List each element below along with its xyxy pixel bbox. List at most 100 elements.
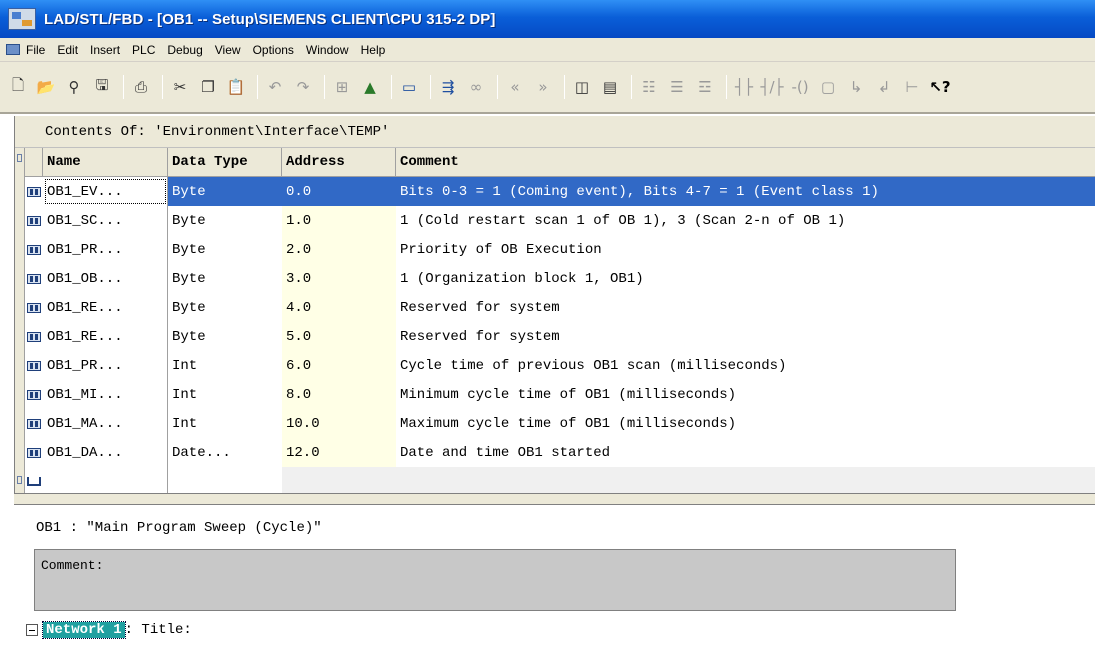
variable-icon	[27, 447, 41, 458]
name-cell[interactable]: OB1_SC...	[43, 206, 168, 235]
column-header-address[interactable]: Address	[282, 148, 396, 177]
app-icon[interactable]	[8, 8, 36, 30]
table-row[interactable]: OB1_DA... Date... 12.0 Date and time OB1…	[25, 438, 1095, 467]
comment-cell[interactable]	[396, 467, 1095, 496]
document-menu-icon[interactable]	[6, 44, 20, 55]
menu-view[interactable]: View	[215, 43, 241, 57]
open-icon[interactable]: 📂	[34, 75, 58, 99]
name-cell[interactable]: OB1_PR...	[43, 235, 168, 264]
empty-table-row[interactable]	[25, 467, 1095, 496]
name-cell[interactable]: OB1_EV...	[43, 177, 168, 206]
comment-cell[interactable]: 1 (Cold restart scan 1 of OB 1), 3 (Scan…	[396, 206, 1095, 235]
comment-cell[interactable]: Reserved for system	[396, 293, 1095, 322]
data-type-cell[interactable]: Byte	[168, 177, 282, 206]
coil-icon[interactable]: -()	[788, 75, 812, 99]
table-row[interactable]: OB1_MA... Int 10.0 Maximum cycle time of…	[25, 409, 1095, 438]
column-header-data-type[interactable]: Data Type	[168, 148, 282, 177]
fbd-icon[interactable]: ☲	[693, 75, 717, 99]
menu-edit[interactable]: Edit	[57, 43, 78, 57]
branch-open-icon[interactable]: ↳	[844, 75, 868, 99]
accessible-nodes-icon[interactable]: ⚲	[62, 75, 86, 99]
name-cell[interactable]: OB1_RE...	[43, 293, 168, 322]
table-row[interactable]: OB1_PR... Int 6.0 Cycle time of previous…	[25, 351, 1095, 380]
table-row[interactable]: OB1_RE... Byte 4.0 Reserved for system	[25, 293, 1095, 322]
variable-icon-cell	[25, 409, 43, 438]
menu-file[interactable]: File	[26, 43, 45, 57]
box-icon[interactable]: ▢	[816, 75, 840, 99]
program-elements-icon[interactable]: ◫	[570, 75, 594, 99]
collapse-icon[interactable]	[26, 624, 38, 636]
new-icon[interactable]: 🗋	[6, 75, 30, 99]
data-type-cell[interactable]	[168, 467, 282, 496]
menu-window[interactable]: Window	[306, 43, 349, 57]
table-row[interactable]: OB1_PR... Byte 2.0 Priority of OB Execut…	[25, 235, 1095, 264]
help-icon[interactable]: ↖?	[928, 75, 952, 99]
network-title[interactable]: : Title:	[125, 622, 192, 638]
table-row[interactable]: OB1_SC... Byte 1.0 1 (Cold restart scan …	[25, 206, 1095, 235]
overview-icon[interactable]: ▲	[358, 75, 382, 99]
details-icon[interactable]: ▤	[598, 75, 622, 99]
print-icon[interactable]: ⎙	[129, 75, 153, 99]
data-type-cell[interactable]: Byte	[168, 264, 282, 293]
data-type-cell[interactable]: Int	[168, 351, 282, 380]
column-header-name[interactable]: Name	[43, 148, 168, 177]
network-icon[interactable]: ▭	[397, 75, 421, 99]
data-type-cell[interactable]: Byte	[168, 206, 282, 235]
variable-icon-cell	[25, 177, 43, 206]
contact-nc-icon[interactable]: ┤/├	[760, 75, 784, 99]
data-type-cell[interactable]: Date...	[168, 438, 282, 467]
comment-cell[interactable]: Bits 0-3 = 1 (Coming event), Bits 4-7 = …	[396, 177, 1095, 206]
menu-help[interactable]: Help	[361, 43, 386, 57]
name-cell[interactable]: OB1_MI...	[43, 380, 168, 409]
comment-cell[interactable]: 1 (Organization block 1, OB1)	[396, 264, 1095, 293]
comment-cell[interactable]: Minimum cycle time of OB1 (milliseconds)	[396, 380, 1095, 409]
name-cell[interactable]: OB1_MA...	[43, 409, 168, 438]
previous-icon[interactable]: «	[503, 75, 527, 99]
data-type-cell[interactable]: Int	[168, 409, 282, 438]
comment-cell[interactable]: Priority of OB Execution	[396, 235, 1095, 264]
block-comment-field[interactable]: Comment:	[34, 549, 956, 611]
block-icon[interactable]: ⇶	[436, 75, 460, 99]
branch-close-icon[interactable]: ↲	[872, 75, 896, 99]
ladder-icon[interactable]: ☷	[637, 75, 661, 99]
menu-options[interactable]: Options	[253, 43, 294, 57]
table-row[interactable]: OB1_RE... Byte 5.0 Reserved for system	[25, 322, 1095, 351]
name-cell[interactable]: OB1_PR...	[43, 351, 168, 380]
view-icon[interactable]: ⊞	[330, 75, 354, 99]
menu-insert[interactable]: Insert	[90, 43, 120, 57]
name-cell[interactable]: OB1_DA...	[43, 438, 168, 467]
copy-icon[interactable]: ❐	[196, 75, 220, 99]
comment-cell[interactable]: Cycle time of previous OB1 scan (millise…	[396, 351, 1095, 380]
cut-icon[interactable]: ✂	[168, 75, 192, 99]
block-title[interactable]: OB1 : "Main Program Sweep (Cycle)"	[36, 520, 322, 536]
comment-cell[interactable]: Maximum cycle time of OB1 (milliseconds)	[396, 409, 1095, 438]
column-header-comment[interactable]: Comment	[396, 148, 1095, 177]
comment-cell[interactable]: Reserved for system	[396, 322, 1095, 351]
panel-splitter[interactable]	[14, 493, 1095, 505]
data-type-cell[interactable]: Int	[168, 380, 282, 409]
data-type-cell[interactable]: Byte	[168, 322, 282, 351]
data-type-cell[interactable]: Byte	[168, 235, 282, 264]
comment-cell[interactable]: Date and time OB1 started	[396, 438, 1095, 467]
redo-icon[interactable]: ↷	[291, 75, 315, 99]
table-row[interactable]: OB1_EV... Byte 0.0 Bits 0-3 = 1 (Coming …	[25, 177, 1095, 206]
contact-no-icon[interactable]: ┤├	[732, 75, 756, 99]
paste-icon[interactable]: 📋	[224, 75, 248, 99]
stl-icon[interactable]: ☰	[665, 75, 689, 99]
name-cell[interactable]: OB1_OB...	[43, 264, 168, 293]
undo-icon[interactable]: ↶	[263, 75, 287, 99]
branch-icon[interactable]: ⊢	[900, 75, 924, 99]
monitor-icon[interactable]: ∞	[464, 75, 488, 99]
title-bar: LAD/STL/FBD - [OB1 -- Setup\SIEMENS CLIE…	[0, 0, 1095, 38]
menu-debug[interactable]: Debug	[167, 43, 202, 57]
network-label[interactable]: Network 1	[42, 621, 126, 639]
table-row[interactable]: OB1_MI... Int 8.0 Minimum cycle time of …	[25, 380, 1095, 409]
next-icon[interactable]: »	[531, 75, 555, 99]
save-icon[interactable]: 🖫	[90, 75, 114, 99]
name-cell[interactable]: OB1_RE...	[43, 322, 168, 351]
name-cell[interactable]	[43, 467, 168, 496]
data-type-cell[interactable]: Byte	[168, 293, 282, 322]
table-row[interactable]: OB1_OB... Byte 3.0 1 (Organization block…	[25, 264, 1095, 293]
menu-plc[interactable]: PLC	[132, 43, 155, 57]
address-cell: 2.0	[282, 235, 396, 264]
